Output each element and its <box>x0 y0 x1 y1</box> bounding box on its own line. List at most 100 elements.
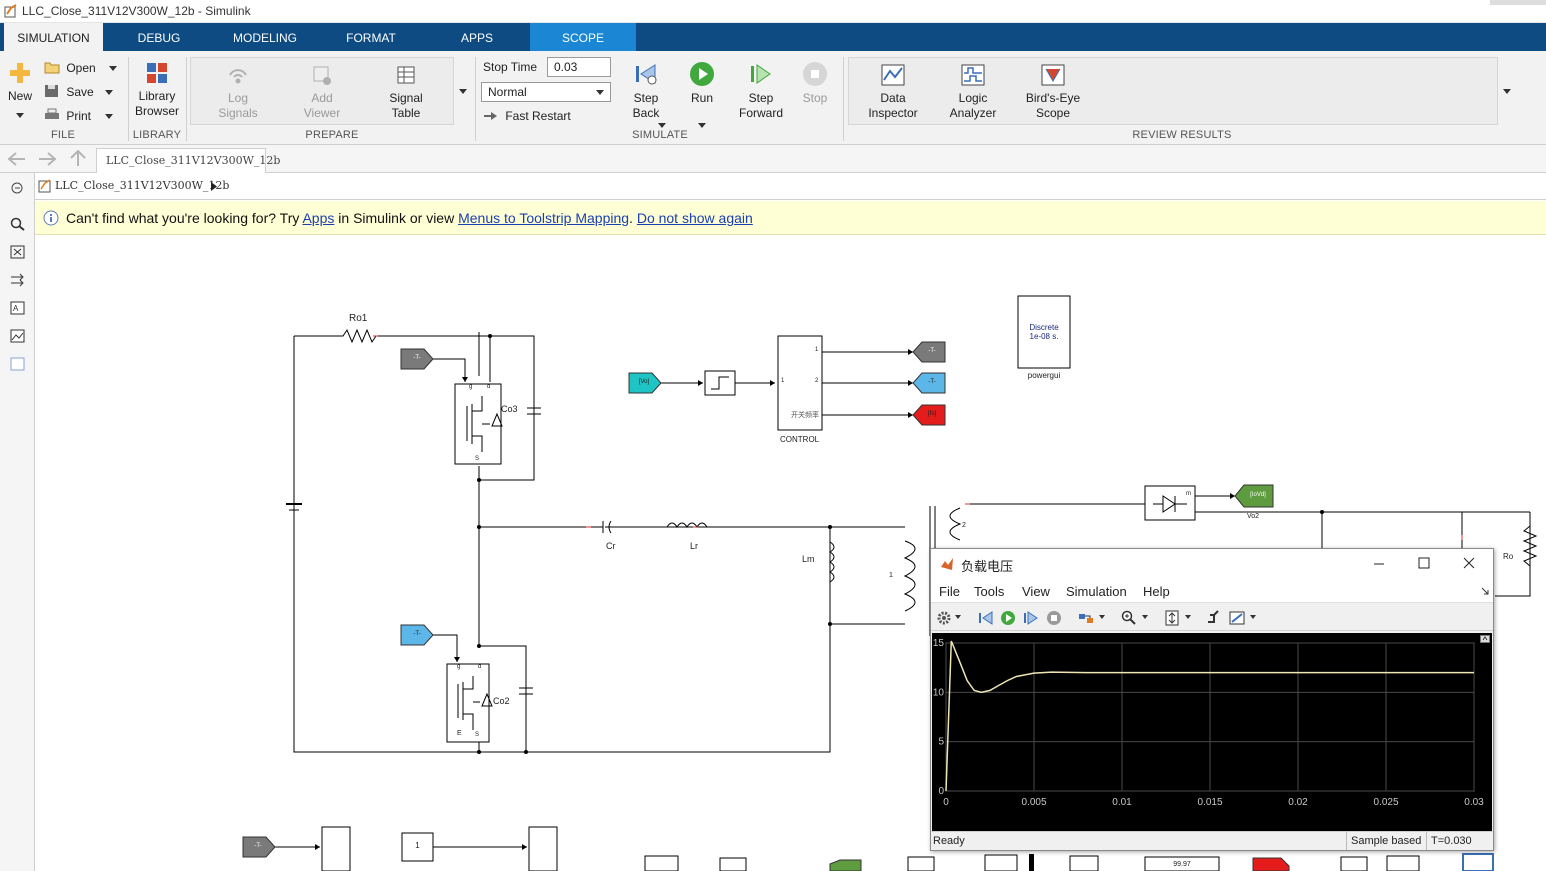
mux-bar[interactable] <box>1029 854 1034 871</box>
sim-time-text: T=0.030 <box>1431 835 1472 847</box>
stop-icon[interactable] <box>1046 610 1062 626</box>
info-banner: Can't find what you're looking for? Try … <box>35 201 1546 235</box>
signal-routing-icon[interactable] <box>10 273 25 287</box>
review-expand-icon[interactable] <box>1503 89 1511 94</box>
scale-axes-icon[interactable] <box>1164 609 1180 627</box>
expand-plot-icon[interactable] <box>1480 635 1490 643</box>
zoom-dropdown-icon[interactable] <box>1142 615 1148 620</box>
prepare-expand-icon[interactable] <box>459 89 467 94</box>
scope-window[interactable]: 负载电压 File Tools View Simulation Help 0 0.… <box>930 548 1494 851</box>
open-button[interactable]: Open <box>44 59 124 77</box>
bottom-block-7[interactable] <box>1069 855 1099 871</box>
tab-modeling[interactable]: MODELING <box>222 23 308 51</box>
run-dropdown-icon <box>698 123 706 128</box>
close-icon[interactable] <box>1463 557 1475 569</box>
mosfet-lower[interactable] <box>446 663 490 743</box>
stop-time-input[interactable]: 0.03 <box>547 57 611 77</box>
bottom-block-5[interactable] <box>907 856 935 871</box>
menu-help[interactable]: Help <box>1143 584 1170 599</box>
zoom-icon[interactable] <box>10 217 25 231</box>
annotation-icon[interactable]: A <box>10 301 25 315</box>
run-icon[interactable] <box>1000 610 1016 626</box>
bottom-block-8[interactable] <box>1340 856 1368 871</box>
open-label: Open <box>66 61 96 75</box>
minimize-icon[interactable] <box>1373 558 1385 570</box>
highlight-block-icon[interactable] <box>1078 610 1094 626</box>
menu-simulation[interactable]: Simulation <box>1066 584 1127 599</box>
sample-mode-text: Sample based <box>1351 835 1422 847</box>
mosfet-upper[interactable] <box>454 383 502 465</box>
run-button[interactable]: Run <box>680 61 724 128</box>
measurements-icon[interactable] <box>1229 610 1245 626</box>
birds-eye-scope-button[interactable]: Bird's-Eye Scope <box>1020 63 1086 121</box>
inductor-lr[interactable] <box>666 522 725 528</box>
menu-file[interactable]: File <box>939 584 960 599</box>
scale-dropdown-icon[interactable] <box>1185 615 1191 620</box>
bottom-block-3[interactable] <box>644 855 679 871</box>
settings-dropdown-icon[interactable] <box>955 615 961 620</box>
log-signals-label-1: Log <box>227 91 249 105</box>
print-dropdown-icon <box>105 114 113 119</box>
scope-plot-area[interactable]: 0 0.005 0.01 0.015 0.02 0.025 0.03 0 5 10 15 <box>932 633 1492 831</box>
apps-link[interactable]: Apps <box>302 210 334 226</box>
chevron-right-icon[interactable] <box>211 182 217 191</box>
step-back-icon[interactable] <box>978 610 994 626</box>
capacitor-co3[interactable] <box>527 376 541 436</box>
model-document-tab[interactable]: LLC_Close_311V12V300W_12b <box>96 148 280 173</box>
image-icon[interactable] <box>10 329 25 343</box>
zoom-in-icon[interactable] <box>1121 610 1137 626</box>
up-arrow-icon[interactable] <box>70 150 86 167</box>
file-group-label: FILE <box>50 129 76 141</box>
tab-apps[interactable]: APPS <box>446 23 508 51</box>
step-forward-button[interactable]: Step Forward <box>735 61 787 121</box>
maximize-icon[interactable] <box>1418 557 1430 569</box>
capacitor-cr[interactable] <box>580 520 667 534</box>
bottom-block-selected[interactable] <box>1462 853 1494 871</box>
tab-format[interactable]: FORMAT <box>333 23 409 51</box>
tab-debug[interactable]: DEBUG <box>120 23 198 51</box>
step-back-button[interactable]: Step Back <box>622 61 670 128</box>
area-icon[interactable] <box>10 357 25 371</box>
fit-to-view-icon[interactable] <box>10 245 25 259</box>
settings-gear-icon[interactable] <box>936 610 952 626</box>
undock-icon[interactable] <box>1481 587 1489 595</box>
signal-table-button[interactable]: Signal Table <box>382 65 430 121</box>
breadcrumb-model[interactable]: LLC_Close_311V12V300W_12b <box>55 179 229 192</box>
print-button[interactable]: Print <box>44 107 124 125</box>
menu-tools[interactable]: Tools <box>974 584 1004 599</box>
bottom-from-tag[interactable] <box>829 859 862 871</box>
bottom-block-4[interactable] <box>719 857 747 871</box>
label-lm: Lm <box>802 554 815 564</box>
bottom-block-1[interactable] <box>321 826 351 871</box>
bottom-block-6[interactable] <box>984 854 1018 871</box>
data-inspector-button[interactable]: Data Inspector <box>862 63 924 121</box>
measurements-dropdown-icon[interactable] <box>1250 615 1256 620</box>
highlight-dropdown-icon[interactable] <box>1099 615 1105 620</box>
fast-restart-button[interactable]: Fast Restart <box>483 107 583 125</box>
back-arrow-icon[interactable] <box>8 152 26 166</box>
add-viewer-button[interactable]: Add Viewer <box>298 65 346 121</box>
hide-browser-icon[interactable] <box>10 181 25 195</box>
bottom-block-9[interactable] <box>1386 855 1420 871</box>
new-button[interactable]: New <box>5 61 35 118</box>
tab-simulation[interactable]: SIMULATION <box>4 23 103 51</box>
save-button[interactable]: Save <box>44 83 124 101</box>
logic-analyzer-button[interactable]: Logic Analyzer <box>944 63 1002 121</box>
inductor-lm[interactable] <box>829 541 835 583</box>
log-signals-button[interactable]: Log Signals <box>214 65 262 121</box>
do-not-show-again-link[interactable]: Do not show again <box>637 210 753 226</box>
simulation-mode-select[interactable]: Normal <box>481 82 611 102</box>
capacitor-co2[interactable] <box>519 646 533 716</box>
restore-layout-icon[interactable] <box>1206 610 1222 626</box>
stop-button[interactable]: Stop <box>796 61 834 106</box>
menu-view[interactable]: View <box>1022 584 1050 599</box>
tab-scope[interactable]: SCOPE <box>530 23 636 51</box>
label-drain-lower: d <box>478 664 482 670</box>
menus-to-toolstrip-link[interactable]: Menus to Toolstrip Mapping <box>458 210 629 226</box>
bottom-block-2[interactable] <box>528 826 558 871</box>
forward-arrow-icon[interactable] <box>38 152 56 166</box>
step-forward-icon[interactable] <box>1023 610 1039 626</box>
bottom-goto-red[interactable] <box>1252 857 1290 871</box>
library-browser-button[interactable]: Library Browser <box>133 61 181 119</box>
relay-block[interactable] <box>704 370 736 396</box>
